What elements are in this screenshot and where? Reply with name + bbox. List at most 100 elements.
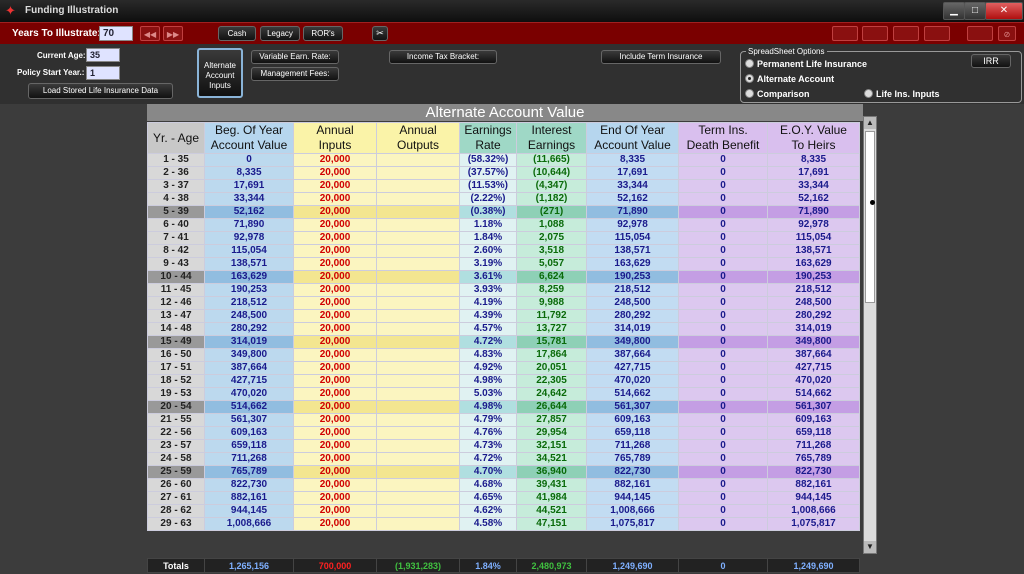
- toolbar-button-3[interactable]: [893, 26, 919, 41]
- table-cell[interactable]: [376, 374, 460, 388]
- table-cell[interactable]: 387,664: [586, 348, 679, 362]
- table-cell[interactable]: 18 - 52: [147, 374, 205, 388]
- table-cell[interactable]: 4.62%: [459, 504, 517, 518]
- table-cell[interactable]: 1.18%: [459, 218, 517, 232]
- table-cell[interactable]: 0: [678, 465, 768, 479]
- table-cell[interactable]: 5.03%: [459, 387, 517, 401]
- table-cell[interactable]: 5 - 39: [147, 205, 205, 219]
- table-cell[interactable]: 19 - 53: [147, 387, 205, 401]
- table-cell[interactable]: 138,571: [767, 244, 860, 258]
- table-cell[interactable]: (271): [516, 205, 587, 219]
- table-cell[interactable]: 0: [204, 153, 294, 167]
- table-cell[interactable]: [376, 309, 460, 323]
- table-cell[interactable]: 470,020: [767, 374, 860, 388]
- table-cell[interactable]: 4.98%: [459, 400, 517, 414]
- table-cell[interactable]: [376, 517, 460, 531]
- table-cell[interactable]: 20,000: [293, 387, 377, 401]
- table-cell[interactable]: 20,000: [293, 322, 377, 336]
- table-cell[interactable]: [376, 465, 460, 479]
- table-cell[interactable]: [376, 478, 460, 492]
- nav-back-button[interactable]: ◀◀: [140, 26, 160, 41]
- table-cell[interactable]: 163,629: [204, 270, 294, 284]
- table-cell[interactable]: 17,691: [767, 166, 860, 180]
- legacy-button[interactable]: Legacy: [260, 26, 300, 41]
- scroll-thumb[interactable]: [865, 131, 875, 303]
- table-cell[interactable]: 15 - 49: [147, 335, 205, 349]
- table-cell[interactable]: [376, 296, 460, 310]
- table-cell[interactable]: [376, 335, 460, 349]
- table-cell[interactable]: 20,000: [293, 413, 377, 427]
- table-cell[interactable]: 0: [678, 309, 768, 323]
- table-cell[interactable]: 20,000: [293, 166, 377, 180]
- table-cell[interactable]: 0: [678, 179, 768, 193]
- table-cell[interactable]: 387,664: [204, 361, 294, 375]
- table-cell[interactable]: [376, 439, 460, 453]
- table-cell[interactable]: 20,000: [293, 283, 377, 297]
- income-tax-bracket-button[interactable]: Income Tax Bracket:: [389, 50, 497, 64]
- comparison-radio[interactable]: [745, 89, 754, 98]
- table-cell[interactable]: 3,518: [516, 244, 587, 258]
- table-cell[interactable]: 20,000: [293, 348, 377, 362]
- table-cell[interactable]: [376, 244, 460, 258]
- table-cell[interactable]: 3.19%: [459, 257, 517, 271]
- toolbar-button-4[interactable]: [924, 26, 950, 41]
- table-cell[interactable]: 470,020: [204, 387, 294, 401]
- table-cell[interactable]: 20,000: [293, 439, 377, 453]
- table-cell[interactable]: 20 - 54: [147, 400, 205, 414]
- table-cell[interactable]: 0: [678, 335, 768, 349]
- years-input[interactable]: 70: [99, 26, 133, 41]
- table-cell[interactable]: 0: [678, 153, 768, 167]
- table-cell[interactable]: 52,162: [204, 205, 294, 219]
- table-cell[interactable]: 882,161: [204, 491, 294, 505]
- table-cell[interactable]: 92,978: [586, 218, 679, 232]
- table-cell[interactable]: 4.92%: [459, 361, 517, 375]
- table-cell[interactable]: 8 - 42: [147, 244, 205, 258]
- table-cell[interactable]: 314,019: [767, 322, 860, 336]
- restore-button[interactable]: □: [964, 2, 986, 20]
- table-cell[interactable]: 15,781: [516, 335, 587, 349]
- table-cell[interactable]: [376, 179, 460, 193]
- table-cell[interactable]: 0: [678, 426, 768, 440]
- table-cell[interactable]: 8,259: [516, 283, 587, 297]
- table-cell[interactable]: [376, 218, 460, 232]
- table-cell[interactable]: 4.39%: [459, 309, 517, 323]
- table-cell[interactable]: [376, 361, 460, 375]
- table-cell[interactable]: 138,571: [586, 244, 679, 258]
- table-cell[interactable]: [376, 270, 460, 284]
- table-cell[interactable]: 8,335: [586, 153, 679, 167]
- table-cell[interactable]: [376, 413, 460, 427]
- table-cell[interactable]: 24,642: [516, 387, 587, 401]
- table-cell[interactable]: 163,629: [767, 257, 860, 271]
- table-cell[interactable]: 561,307: [586, 400, 679, 414]
- table-cell[interactable]: 52,162: [586, 192, 679, 206]
- table-cell[interactable]: 0: [678, 413, 768, 427]
- table-cell[interactable]: 20,000: [293, 465, 377, 479]
- table-cell[interactable]: 20,000: [293, 426, 377, 440]
- table-cell[interactable]: 7 - 41: [147, 231, 205, 245]
- table-cell[interactable]: 0: [678, 504, 768, 518]
- table-cell[interactable]: 349,800: [204, 348, 294, 362]
- table-cell[interactable]: 0: [678, 205, 768, 219]
- load-life-insurance-button[interactable]: Load Stored Life Insurance Data: [28, 83, 173, 99]
- table-cell[interactable]: 218,512: [586, 283, 679, 297]
- table-cell[interactable]: 0: [678, 374, 768, 388]
- table-cell[interactable]: 20,000: [293, 218, 377, 232]
- scroll-down-icon[interactable]: ▼: [864, 541, 876, 553]
- table-cell[interactable]: (4,347): [516, 179, 587, 193]
- table-cell[interactable]: 0: [678, 517, 768, 531]
- table-cell[interactable]: 20,000: [293, 153, 377, 167]
- table-cell[interactable]: 0: [678, 491, 768, 505]
- table-cell[interactable]: 314,019: [204, 335, 294, 349]
- table-cell[interactable]: 11 - 45: [147, 283, 205, 297]
- table-cell[interactable]: 4.72%: [459, 335, 517, 349]
- table-cell[interactable]: 1,008,666: [204, 517, 294, 531]
- table-cell[interactable]: 4 - 38: [147, 192, 205, 206]
- table-cell[interactable]: 20,000: [293, 192, 377, 206]
- table-cell[interactable]: 280,292: [767, 309, 860, 323]
- table-cell[interactable]: 387,664: [767, 348, 860, 362]
- table-cell[interactable]: 427,715: [204, 374, 294, 388]
- table-cell[interactable]: 659,118: [767, 426, 860, 440]
- table-cell[interactable]: 12 - 46: [147, 296, 205, 310]
- table-cell[interactable]: 190,253: [204, 283, 294, 297]
- table-cell[interactable]: 822,730: [767, 465, 860, 479]
